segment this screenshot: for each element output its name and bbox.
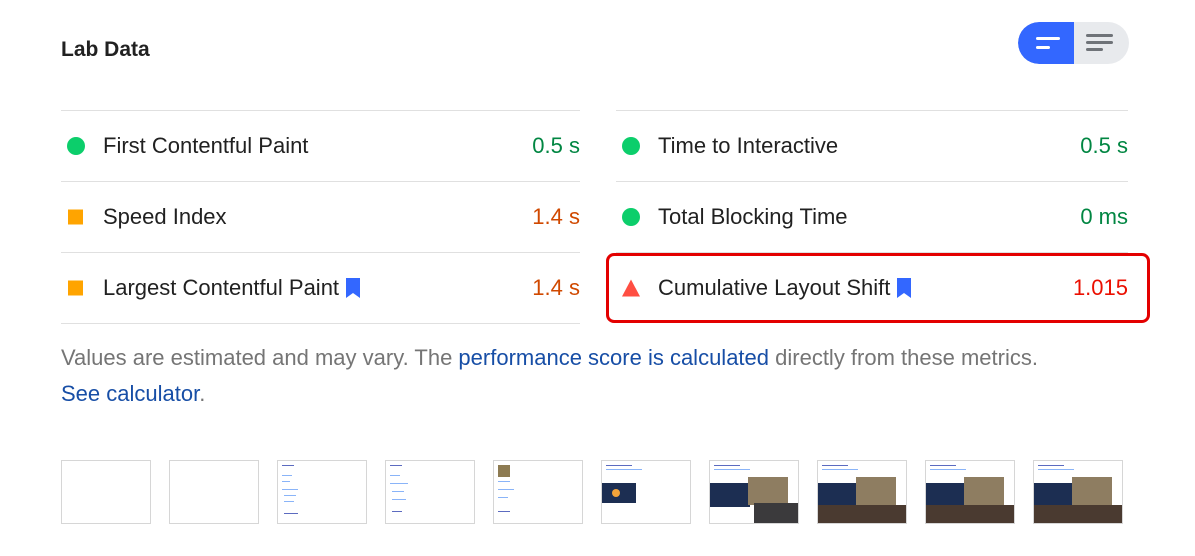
- page-title: Lab Data: [61, 38, 150, 61]
- filmstrip-frame: [1033, 460, 1123, 524]
- metric-row-cls: Cumulative Layout Shift 1.015: [616, 252, 1128, 323]
- metric-value: 1.015: [1072, 275, 1128, 300]
- metric-value: 0 ms: [1080, 204, 1128, 229]
- filmstrip: [61, 460, 1123, 524]
- filmstrip-frame: [277, 460, 367, 524]
- metric-value: 1.4 s: [532, 275, 580, 300]
- metric-label-wrap: Cumulative Layout Shift: [658, 275, 912, 301]
- bookmark-icon[interactable]: [345, 278, 361, 298]
- disclaimer-note: Values are estimated and may vary. The p…: [61, 340, 1061, 412]
- filmstrip-frame: [385, 460, 475, 524]
- metric-row-speed-index: Speed Index 1.4 s: [61, 181, 580, 252]
- view-toggle[interactable]: [1018, 22, 1129, 64]
- metric-value: 0.5 s: [1080, 133, 1128, 158]
- performance-score-link[interactable]: performance score is calculated: [458, 345, 769, 370]
- metric-label: First Contentful Paint: [103, 133, 309, 158]
- metric-label: Speed Index: [103, 204, 227, 229]
- metric-row-lcp: Largest Contentful Paint 1.4 s: [61, 252, 580, 324]
- metric-label: Largest Contentful Paint: [103, 275, 340, 300]
- metrics-column-right: Time to Interactive 0.5 s Total Blocking…: [616, 110, 1128, 323]
- summary-view-button[interactable]: [1018, 22, 1074, 64]
- note-text: .: [199, 381, 206, 406]
- note-text: Values are estimated and may vary. The: [61, 345, 459, 370]
- list-view-button[interactable]: [1074, 22, 1129, 64]
- filmstrip-frame: [925, 460, 1015, 524]
- metric-row-tti: Time to Interactive 0.5 s: [616, 110, 1128, 181]
- metric-row-fcp: First Contentful Paint 0.5 s: [61, 110, 580, 181]
- metric-value: 1.4 s: [532, 204, 580, 229]
- metrics-column-left: First Contentful Paint 0.5 s Speed Index…: [61, 110, 580, 324]
- fail-triangle-icon: [622, 279, 640, 297]
- bookmark-icon[interactable]: [896, 278, 912, 298]
- filmstrip-frame: [61, 460, 151, 524]
- filmstrip-frame: [817, 460, 907, 524]
- filmstrip-frame: [169, 460, 259, 524]
- pass-circle-icon: [67, 137, 85, 155]
- filmstrip-frame: [709, 460, 799, 524]
- pass-circle-icon: [622, 137, 640, 155]
- average-square-icon: [68, 280, 83, 296]
- filmstrip-frame: [493, 460, 583, 524]
- metric-label: Total Blocking Time: [658, 204, 848, 229]
- metric-label-wrap: Largest Contentful Paint: [103, 275, 361, 301]
- metric-label: Time to Interactive: [658, 133, 839, 158]
- metric-value: 0.5 s: [532, 133, 580, 158]
- filmstrip-frame: [601, 460, 691, 524]
- see-calculator-link[interactable]: See calculator: [61, 381, 199, 406]
- pass-circle-icon: [622, 208, 640, 226]
- average-square-icon: [68, 209, 83, 225]
- note-text: directly from these metrics.: [769, 345, 1038, 370]
- metric-row-tbt: Total Blocking Time 0 ms: [616, 181, 1128, 252]
- metric-label: Cumulative Layout Shift: [658, 275, 891, 300]
